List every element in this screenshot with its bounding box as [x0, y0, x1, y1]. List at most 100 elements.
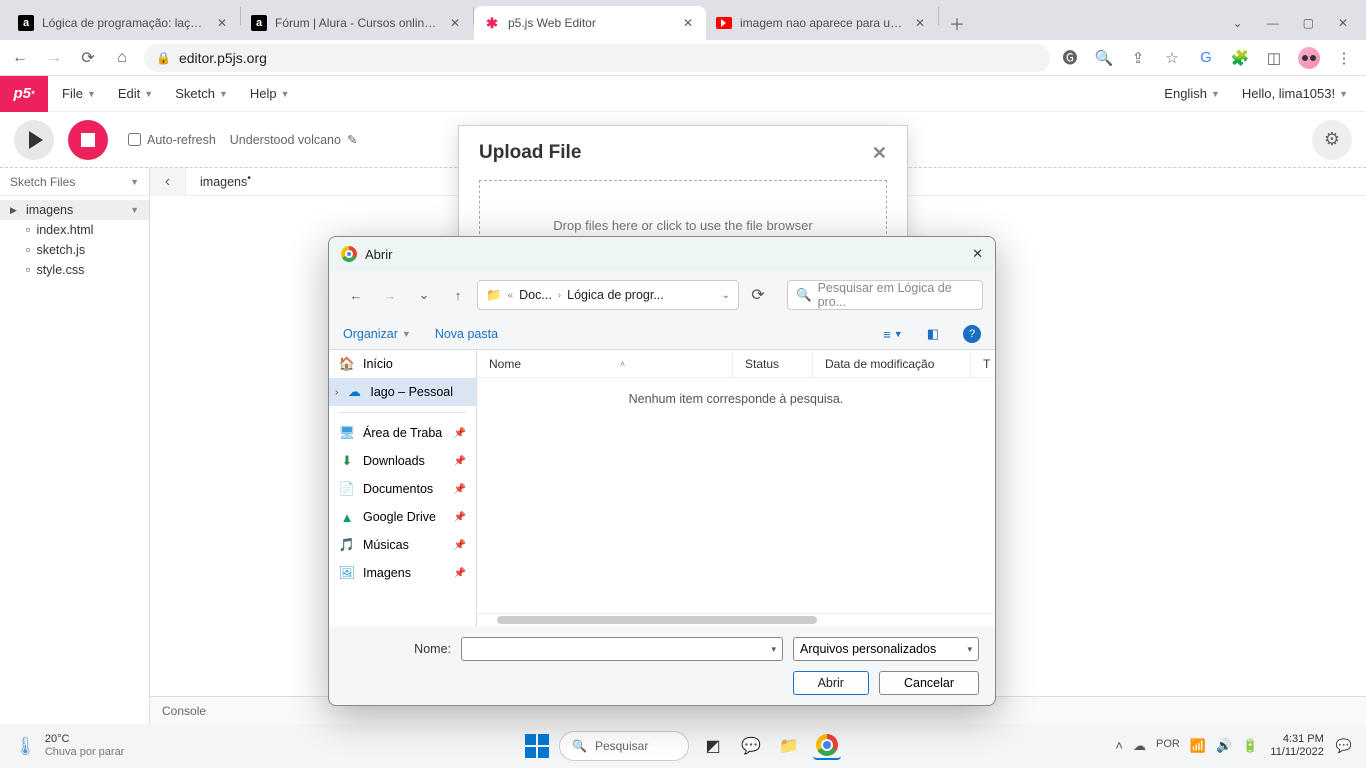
view-mode-icon[interactable]: ≡ ▼	[883, 327, 903, 342]
browser-tab-active[interactable]: ✱ p5.js Web Editor ✕	[474, 6, 706, 40]
sidebar-gdrive[interactable]: ▲Google Drive📌	[329, 503, 476, 531]
chrome-taskbar-icon[interactable]	[813, 732, 841, 760]
preview-pane-icon[interactable]: ◧	[927, 326, 939, 342]
close-icon[interactable]: ✕	[1338, 16, 1348, 30]
menu-edit[interactable]: Edit▼	[118, 86, 153, 101]
translate-icon[interactable]: 🅖	[1060, 48, 1080, 68]
home-icon[interactable]: ⌂	[110, 46, 134, 70]
task-view-icon[interactable]: ◩	[699, 732, 727, 760]
browser-tab[interactable]: a Lógica de programação: laços e l ✕	[8, 6, 240, 40]
path-breadcrumb[interactable]: 📁 « Doc... › Lógica de progr... ⌄	[477, 280, 739, 310]
extensions-icon[interactable]: 🧩	[1230, 48, 1250, 68]
volume-icon[interactable]: 🔊	[1216, 738, 1232, 754]
bookmark-icon[interactable]: ☆	[1162, 48, 1182, 68]
filetype-select[interactable]: Arquivos personalizados▾	[793, 637, 979, 661]
close-tab-icon[interactable]: ✕	[447, 15, 463, 31]
language-indicator[interactable]: POR	[1156, 738, 1180, 754]
sidepanel-icon[interactable]: ◫	[1264, 48, 1284, 68]
path-dropdown-icon[interactable]: ⌄	[722, 290, 730, 301]
sidebar-header[interactable]: Sketch Files▼	[0, 168, 149, 196]
settings-button[interactable]: ⚙	[1312, 120, 1352, 160]
auto-refresh-toggle[interactable]: Auto-refresh	[128, 133, 216, 147]
pencil-icon[interactable]: ✎	[347, 132, 357, 147]
profile-avatar[interactable]	[1298, 47, 1320, 69]
sidebar-inicio[interactable]: 🏠Início	[329, 350, 476, 378]
sidebar-musicas[interactable]: 🎵Músicas📌	[329, 531, 476, 559]
file-explorer-icon[interactable]: 📁	[775, 732, 803, 760]
file-index-html[interactable]: ▫index.html	[0, 220, 149, 240]
language-selector[interactable]: English▼	[1164, 86, 1220, 101]
menu-help[interactable]: Help▼	[250, 86, 290, 101]
refresh-icon[interactable]: ⟳	[743, 285, 773, 305]
menu-sketch[interactable]: Sketch▼	[175, 86, 228, 101]
battery-icon[interactable]: 🔋	[1242, 738, 1258, 754]
wifi-icon[interactable]: 📶	[1190, 738, 1206, 754]
close-modal-icon[interactable]: ✕	[872, 143, 887, 164]
new-tab-button[interactable]: ＋	[943, 9, 971, 37]
collapse-sidebar-button[interactable]: ‹	[150, 168, 186, 196]
close-tab-icon[interactable]: ✕	[214, 15, 230, 31]
file-options-icon[interactable]: ▼	[130, 205, 139, 215]
address-bar[interactable]: 🔒 editor.p5js.org	[144, 44, 1050, 72]
youtube-favicon	[716, 17, 732, 29]
user-menu[interactable]: Hello, lima1053!▼	[1242, 86, 1348, 101]
maximize-icon[interactable]: ▢	[1303, 16, 1314, 30]
col-name[interactable]: Nome˄	[477, 350, 733, 377]
clock[interactable]: 4:31 PM11/11/2022	[1270, 733, 1323, 759]
browser-tab[interactable]: imagem nao aparece para uploa ✕	[706, 6, 938, 40]
play-button[interactable]	[14, 120, 54, 160]
horizontal-scrollbar[interactable]	[477, 613, 995, 627]
share-icon[interactable]: ⇪	[1128, 48, 1148, 68]
browser-tab[interactable]: a Fórum | Alura - Cursos online de ✕	[241, 6, 473, 40]
file-list: Nome˄ Status Data de modificação T Nenhu…	[477, 350, 995, 627]
menu-file[interactable]: File▼	[62, 86, 96, 101]
chat-icon[interactable]: 💬	[737, 732, 765, 760]
help-icon[interactable]: ?	[963, 325, 981, 343]
sidebar-pessoal[interactable]: ›☁Iago – Pessoal	[329, 378, 476, 406]
menu-icon[interactable]: ⋮	[1334, 48, 1354, 68]
nav-up-icon[interactable]: ↑	[443, 280, 473, 310]
file-style-css[interactable]: ▫style.css	[0, 260, 149, 280]
zoom-icon[interactable]: 🔍	[1094, 48, 1114, 68]
sidebar-imagens[interactable]: 🖼Imagens📌	[329, 559, 476, 587]
sidebar-divider	[339, 412, 466, 413]
taskbar-search[interactable]: 🔍Pesquisar	[559, 731, 689, 761]
weather-widget[interactable]: 🌡 20°CChuva por parar	[14, 733, 124, 759]
nav-back-icon[interactable]: ←	[341, 280, 371, 310]
open-file-tab[interactable]: imagens•	[186, 173, 265, 189]
dialog-search-input[interactable]: 🔍 Pesquisar em Lógica de pro...	[787, 280, 983, 310]
reload-icon[interactable]: ⟳	[76, 46, 100, 70]
nav-recent-icon[interactable]: ⌄	[409, 280, 439, 310]
sidebar-documentos[interactable]: 📄Documentos📌	[329, 475, 476, 503]
new-folder-button[interactable]: Nova pasta	[435, 327, 498, 341]
stop-button[interactable]	[68, 120, 108, 160]
onedrive-tray-icon[interactable]: ☁	[1133, 738, 1146, 754]
folder-imagens[interactable]: ▶imagens▼	[0, 200, 149, 220]
close-tab-icon[interactable]: ✕	[912, 15, 928, 31]
file-sketch-js[interactable]: ▫sketch.js	[0, 240, 149, 260]
col-status[interactable]: Status	[733, 350, 813, 377]
weather-cond: Chuva por parar	[45, 746, 125, 759]
minimize-icon[interactable]: —	[1267, 16, 1279, 30]
sidebar-downloads[interactable]: ⬇Downloads📌	[329, 447, 476, 475]
sidebar-desktop[interactable]: 🖥Área de Traba📌	[329, 419, 476, 447]
close-tab-icon[interactable]: ✕	[680, 15, 696, 31]
back-icon[interactable]: ←	[8, 46, 32, 70]
open-button[interactable]: Abrir	[793, 671, 869, 695]
auto-refresh-checkbox[interactable]	[128, 133, 141, 146]
col-date[interactable]: Data de modificação	[813, 350, 971, 377]
filename-input[interactable]: ▾	[461, 637, 783, 661]
dialog-close-icon[interactable]: ✕	[972, 246, 983, 262]
gtranslate-ext-icon[interactable]: G	[1196, 48, 1216, 68]
notifications-icon[interactable]: 💬	[1336, 738, 1352, 754]
chevron-down-icon[interactable]: ⌄	[1233, 16, 1243, 30]
cancel-button[interactable]: Cancelar	[879, 671, 979, 695]
sketch-name[interactable]: Understood volcano ✎	[230, 132, 358, 147]
start-button[interactable]	[525, 734, 549, 758]
p5-logo[interactable]: p5*	[0, 76, 48, 112]
col-type[interactable]: T	[971, 350, 995, 377]
tab-title: Lógica de programação: laços e l	[42, 16, 206, 30]
tray-chevron-icon[interactable]: ˄	[1115, 738, 1123, 754]
chrome-icon	[341, 246, 357, 262]
organize-dropdown[interactable]: Organizar ▼	[343, 327, 411, 341]
